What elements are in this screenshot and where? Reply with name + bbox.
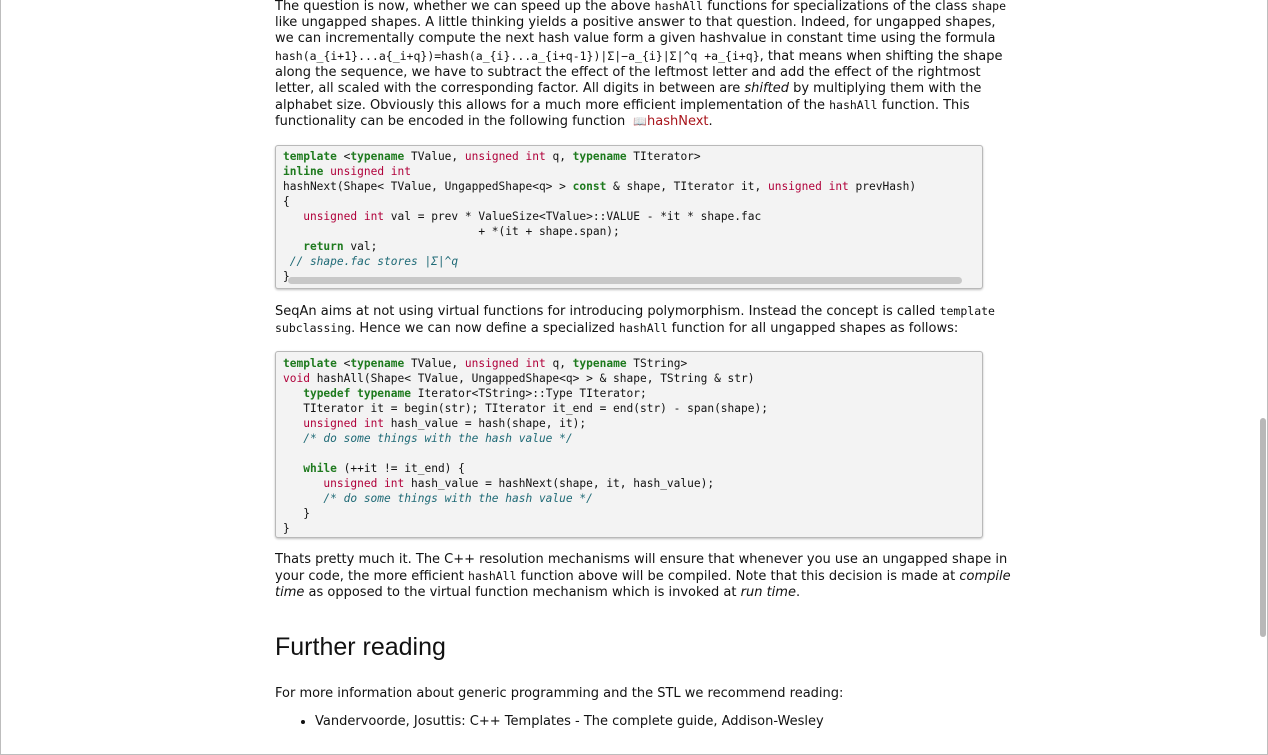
- code-line: unsigned int hash_value = hashNext(shape…: [323, 477, 715, 491]
- code-line: template <typename TValue, unsigned int …: [283, 149, 701, 163]
- code-block-hashall[interactable]: template <typename TValue, unsigned int …: [275, 351, 983, 539]
- code-line: unsigned int val = prev * ValueSize<TVal…: [303, 209, 762, 223]
- inline-code: hashAll: [829, 98, 878, 113]
- code-comment: /* do some things with the hash value */: [283, 432, 573, 446]
- code-line: }: [283, 507, 310, 521]
- code-comment: // shape.fac stores |Σ|^q: [283, 254, 459, 268]
- vertical-scrollbar-thumb[interactable]: [1260, 418, 1266, 637]
- code-line: return val;: [303, 239, 378, 253]
- inline-code: shape: [971, 0, 1006, 13]
- code-line: {: [283, 194, 290, 208]
- list-item: Vandervoorde, Josuttis: C++ Templates - …: [315, 714, 1015, 730]
- code-line: template <typename TValue, unsigned int …: [283, 357, 688, 371]
- code-block-hashnext[interactable]: template <typename TValue, unsigned int …: [275, 144, 983, 289]
- further-reading-intro: For more information about generic progr…: [275, 685, 844, 701]
- further-reading-heading: Further reading: [275, 632, 446, 661]
- paragraph-conclusion: Thats pretty much it. The C++ resolution…: [275, 552, 1011, 601]
- paragraph-subclassing: SeqAn aims at not using virtual function…: [275, 303, 995, 336]
- code-comment: /* do some things with the hash value */: [283, 492, 593, 506]
- reading-list: Vandervoorde, Josuttis: C++ Templates - …: [275, 714, 1015, 730]
- hash-formula: hash(a_{i+1}...a{_i+q})=hash(a_{i}...a_{…: [275, 48, 760, 63]
- horizontal-scrollbar[interactable]: [288, 276, 962, 284]
- code-line: typedef typename Iterator<TString>::Type…: [303, 387, 647, 401]
- code-line: hashNext(Shape< TValue, UngappedShape<q>…: [283, 179, 917, 193]
- code-line: inline unsigned int: [283, 164, 411, 178]
- inline-code: hashAll: [619, 320, 668, 335]
- book-icon: 📖: [633, 115, 648, 129]
- documentation-content: The question is now, whether we can spee…: [275, 0, 1015, 730]
- inline-code: hashAll: [468, 569, 517, 584]
- inline-code: hashAll: [654, 0, 704, 13]
- code-line: while (++it != it_end) {: [303, 462, 465, 476]
- hashnext-link[interactable]: hashNext: [647, 114, 709, 129]
- code-line: unsigned int hash_value = hash(shape, it…: [303, 417, 587, 431]
- code-line: + *(it + shape.span);: [283, 224, 620, 238]
- paragraph-speedup: The question is now, whether we can spee…: [275, 0, 1006, 130]
- code-line: void hashAll(Shape< TValue, UngappedShap…: [283, 372, 755, 386]
- code-line: TIterator it = begin(str); TIterator it_…: [283, 402, 768, 416]
- code-line: }: [283, 522, 290, 536]
